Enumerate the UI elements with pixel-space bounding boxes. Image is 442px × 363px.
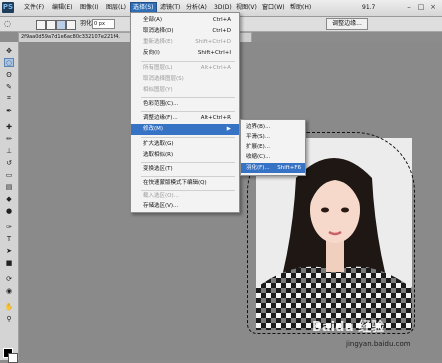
- path-select-icon[interactable]: ➤: [4, 246, 14, 255]
- crop-tool-icon[interactable]: ⌗: [4, 94, 14, 103]
- menu-separator: [141, 61, 235, 62]
- menu-item-similar-layers: 相似图层(Y): [143, 87, 173, 93]
- pen-tool-icon[interactable]: ✑: [4, 222, 14, 231]
- menu-item-refine-edge[interactable]: 调整边缘(F)... Alt+Ctrl+R: [131, 113, 239, 124]
- submenu-item-smooth[interactable]: 平滑(S)...: [241, 132, 305, 142]
- submenu-item-expand[interactable]: 扩展(E)...: [241, 142, 305, 152]
- maximize-icon[interactable]: □: [416, 3, 426, 12]
- menu-file[interactable]: 文件(F): [22, 3, 46, 13]
- ellipse-marquee-icon[interactable]: ◌: [4, 19, 11, 28]
- menu-item-save-selection[interactable]: 存储选区(V)...: [131, 201, 239, 212]
- hand-tool-icon[interactable]: ✋: [4, 302, 14, 311]
- menu-separator: [141, 162, 235, 163]
- refine-edge-button[interactable]: 调整边缘...: [326, 18, 368, 30]
- quick-select-tool-icon[interactable]: ✎: [4, 82, 14, 91]
- select-menu-dropdown: 全部(A) Ctrl+A 取消选择(D) Ctrl+D 重新选择(E) Shift+C…: [130, 12, 240, 213]
- menu-item-quick-mask[interactable]: 在快速蒙版模式下编辑(Q): [131, 178, 239, 189]
- menu-item-deselect[interactable]: 取消选择(D) Ctrl+D: [131, 26, 239, 37]
- menu-item-inverse[interactable]: 反向(I) Shift+Ctrl+I: [131, 48, 239, 59]
- menu-item-transform-selection[interactable]: 变换选区(T): [131, 164, 239, 175]
- zoom-readout: 91.7: [362, 4, 376, 11]
- photoshop-logo: PS: [2, 2, 14, 13]
- baidu-watermark: Baidu 经验: [312, 320, 385, 335]
- menu-window[interactable]: 窗口(W): [260, 3, 287, 13]
- eyedropper-tool-icon[interactable]: ✒: [4, 106, 14, 115]
- 3d-rotate-icon[interactable]: ⟳: [4, 274, 14, 283]
- menu-item-all[interactable]: 全部(A) Ctrl+A: [131, 15, 239, 26]
- submenu-arrow-icon: ▶: [226, 126, 231, 132]
- close-icon[interactable]: ×: [428, 3, 438, 12]
- submenu-item-contract[interactable]: 收缩(C)...: [241, 152, 305, 162]
- background-color-swatch[interactable]: [8, 353, 18, 363]
- move-tool-icon[interactable]: ✥: [4, 46, 14, 55]
- marquee-tool-icon[interactable]: ◌: [4, 58, 14, 67]
- subtract-selection-icon[interactable]: [56, 20, 66, 30]
- menu-item-reselect: 重新选择(E) Shift+Ctrl+D: [143, 39, 231, 45]
- feather-input[interactable]: 0 px: [92, 19, 115, 29]
- menu-separator: [141, 111, 235, 112]
- dodge-tool-icon[interactable]: ●: [4, 206, 14, 215]
- submenu-item-feather[interactable]: 羽化(F)... Shift+F6: [241, 163, 305, 173]
- submenu-item-border[interactable]: 边界(B)...: [241, 122, 305, 132]
- menu-separator: [141, 97, 235, 98]
- add-selection-icon[interactable]: [46, 20, 56, 30]
- menu-help[interactable]: 帮助(H): [288, 3, 313, 13]
- healing-brush-icon[interactable]: ✚: [4, 122, 14, 131]
- type-tool-icon[interactable]: T: [4, 234, 14, 243]
- minimize-icon[interactable]: –: [404, 3, 414, 12]
- 3d-camera-icon[interactable]: ◉: [4, 286, 14, 295]
- zoom-tool-icon[interactable]: ⚲: [4, 314, 14, 323]
- menu-layer[interactable]: 图层(L): [104, 3, 128, 13]
- history-brush-icon[interactable]: ↺: [4, 158, 14, 167]
- gradient-tool-icon[interactable]: ▤: [4, 182, 14, 191]
- menu-item-deselect-layers: 取消选择图层(S): [143, 76, 184, 82]
- lasso-tool-icon[interactable]: ʘ: [4, 70, 14, 79]
- intersect-selection-icon[interactable]: [66, 20, 76, 30]
- modify-submenu: 边界(B)... 平滑(S)... 扩展(E)... 收缩(C)... 羽化(F…: [240, 119, 306, 176]
- blur-tool-icon[interactable]: ◆: [4, 194, 14, 203]
- new-selection-icon[interactable]: [36, 20, 46, 30]
- menu-item-color-range[interactable]: 色彩范围(C)...: [131, 99, 239, 110]
- shape-tool-icon[interactable]: ■: [4, 258, 14, 267]
- menu-image[interactable]: 图像(I): [78, 3, 100, 13]
- menu-item-grow[interactable]: 扩大选取(G): [131, 139, 239, 150]
- menu-item-all-layers: 所有图层(L) Alt+Ctrl+A: [143, 65, 231, 71]
- menu-edit[interactable]: 编辑(E): [50, 3, 74, 13]
- menu-item-similar[interactable]: 选取相似(R): [131, 150, 239, 161]
- menu-separator: [141, 137, 235, 138]
- clone-stamp-icon[interactable]: ⊥: [4, 146, 14, 155]
- tool-panel: ✥ ◌ ʘ ✎ ⌗ ✒ ✚ ✏ ⊥ ↺ ▭ ▤ ◆ ● ✑ T ➤ ■ ⟳ ◉ …: [0, 42, 19, 363]
- menu-item-modify[interactable]: 修改(M) ▶: [131, 124, 239, 135]
- brush-tool-icon[interactable]: ✏: [4, 134, 14, 143]
- menu-separator: [141, 176, 235, 177]
- eraser-tool-icon[interactable]: ▭: [4, 170, 14, 179]
- watermark-url: jingyan.baidu.com: [346, 340, 411, 348]
